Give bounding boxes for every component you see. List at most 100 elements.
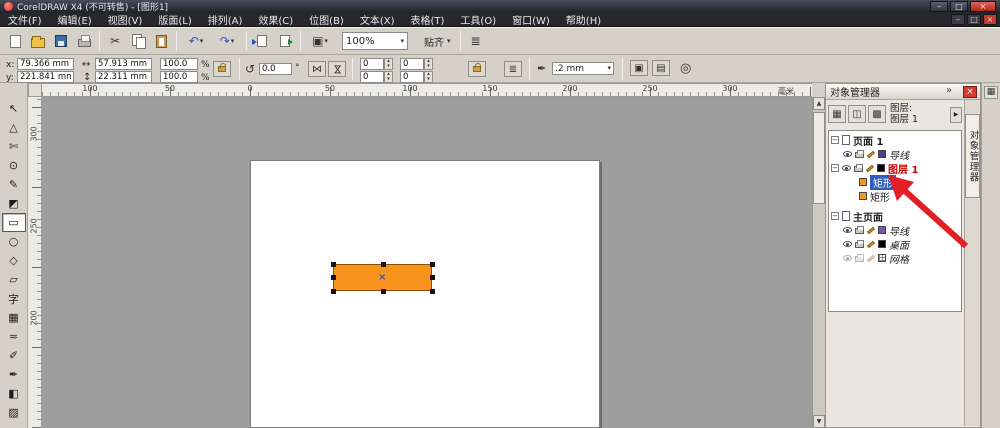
- layer-color-swatch[interactable]: [878, 240, 886, 248]
- selection-center-marker[interactable]: ×: [378, 272, 386, 283]
- to-back-button[interactable]: ▤: [652, 60, 670, 76]
- selection-handle-w[interactable]: [331, 275, 336, 280]
- tree-row-master-page[interactable]: 主页面: [829, 209, 961, 223]
- editable-pencil-icon[interactable]: [866, 164, 874, 171]
- layer-color-swatch[interactable]: [878, 226, 886, 234]
- show-object-properties-button[interactable]: ▦: [828, 105, 846, 123]
- new-button[interactable]: [4, 30, 26, 52]
- ruler-origin[interactable]: [28, 83, 42, 97]
- selection-handle-e[interactable]: [430, 275, 435, 280]
- interactive-fill-tool[interactable]: ▨: [2, 403, 26, 422]
- tree-row-grid[interactable]: 网格: [829, 251, 961, 265]
- menu-arrange[interactable]: 排列(A): [200, 12, 251, 27]
- eyedropper-tool[interactable]: ✐: [2, 346, 26, 365]
- printable-icon[interactable]: [855, 256, 864, 262]
- zoom-level-select[interactable]: 100% ▾: [342, 32, 408, 50]
- menu-text[interactable]: 文本(X): [352, 12, 403, 27]
- doc-minimize-button[interactable]: –: [951, 14, 965, 25]
- width-input[interactable]: [95, 58, 152, 70]
- selection-handle-sw[interactable]: [331, 289, 336, 294]
- text-tool[interactable]: 字: [2, 289, 26, 308]
- smart-fill-tool[interactable]: ◩: [2, 194, 26, 213]
- corner-radius-top-left-input[interactable]: [360, 58, 384, 70]
- paste-button[interactable]: [150, 30, 172, 52]
- mirror-horizontal-button[interactable]: ⋈: [308, 61, 326, 77]
- menu-help[interactable]: 帮助(H): [558, 12, 609, 27]
- horizontal-ruler[interactable]: 100 50 0 50 100 150 200 250 300 毫米: [42, 83, 812, 97]
- doc-close-button[interactable]: ×: [983, 14, 997, 25]
- selection-handle-s[interactable]: [381, 289, 386, 294]
- undo-button[interactable]: ↶ ▾: [181, 30, 211, 52]
- corner-radius-bottom-left-input[interactable]: [360, 71, 384, 83]
- ellipse-tool[interactable]: ○: [2, 232, 26, 251]
- edit-across-layers-button[interactable]: ◫: [848, 105, 866, 123]
- application-launcher-button[interactable]: ▣ ▾: [305, 30, 335, 52]
- print-button[interactable]: [73, 30, 95, 52]
- crop-tool[interactable]: ✄: [2, 137, 26, 156]
- layer-color-swatch[interactable]: [877, 164, 885, 172]
- shape-tool[interactable]: △: [2, 118, 26, 137]
- object-color-swatch[interactable]: [859, 192, 867, 200]
- corner-radius-bottom-right-input[interactable]: [400, 71, 424, 83]
- visibility-eye-icon[interactable]: [843, 227, 852, 233]
- copy-button[interactable]: [127, 30, 149, 52]
- printable-icon[interactable]: [855, 242, 864, 248]
- convert-to-curves-icon[interactable]: ◎: [680, 62, 691, 75]
- menu-tools[interactable]: 工具(O): [452, 12, 504, 27]
- tree-row-layer-1[interactable]: 图层 1: [829, 161, 961, 175]
- menu-effects[interactable]: 效果(C): [250, 12, 301, 27]
- selection-handle-ne[interactable]: [430, 262, 435, 267]
- docker-close-button[interactable]: ×: [963, 86, 977, 98]
- vertical-ruler[interactable]: 300 250 200: [28, 97, 42, 428]
- outline-width-select[interactable]: .2 mm ▾: [552, 62, 614, 75]
- docker-grid-icon[interactable]: ▦: [984, 86, 998, 99]
- close-button[interactable]: ×: [970, 1, 996, 12]
- grid-swatch-icon[interactable]: [878, 254, 886, 262]
- export-button[interactable]: [274, 30, 296, 52]
- y-position-input[interactable]: [17, 71, 74, 83]
- tree-row-rectangle[interactable]: 矩形: [829, 189, 961, 203]
- rotation-angle-input[interactable]: [259, 63, 292, 75]
- tree-row-rectangle-selected[interactable]: 矩形: [829, 175, 961, 189]
- layer-manager-view-button[interactable]: ▩: [868, 105, 886, 123]
- maximize-button[interactable]: □: [950, 1, 968, 12]
- menu-file[interactable]: 文件(F): [0, 12, 50, 27]
- doc-restore-button[interactable]: □: [967, 14, 981, 25]
- docker-flyout-button[interactable]: ▶: [950, 107, 962, 123]
- scroll-down-icon[interactable]: ▼: [813, 415, 825, 428]
- visibility-eye-icon[interactable]: [843, 241, 852, 247]
- printable-icon[interactable]: [855, 152, 864, 158]
- object-color-swatch[interactable]: [859, 178, 867, 186]
- collapse-icon[interactable]: [831, 136, 839, 144]
- round-corners-together-button[interactable]: [468, 61, 486, 77]
- docker-tab-object-manager[interactable]: 对象管理器: [965, 114, 980, 198]
- menu-window[interactable]: 窗口(W): [504, 12, 558, 27]
- import-button[interactable]: [251, 30, 273, 52]
- selection-handle-se[interactable]: [430, 289, 435, 294]
- printable-icon[interactable]: [854, 166, 863, 172]
- outline-pen-tool[interactable]: ✒: [2, 365, 26, 384]
- scroll-up-icon[interactable]: ▲: [813, 97, 825, 110]
- polygon-tool[interactable]: ◇: [2, 251, 26, 270]
- options-button[interactable]: ≣: [465, 30, 487, 52]
- collapse-icon[interactable]: [831, 164, 839, 172]
- docker-chevron-button[interactable]: »: [946, 85, 952, 96]
- selection-handle-nw[interactable]: [331, 262, 336, 267]
- editable-pencil-icon[interactable]: [867, 240, 875, 247]
- zoom-tool[interactable]: ⊙: [2, 156, 26, 175]
- save-button[interactable]: [50, 30, 72, 52]
- scrollbar-thumb[interactable]: [813, 112, 825, 204]
- minimize-button[interactable]: –: [930, 1, 948, 12]
- editable-pencil-icon[interactable]: [867, 254, 875, 261]
- spinner-icon[interactable]: [384, 58, 393, 70]
- basic-shapes-tool[interactable]: ▱: [2, 270, 26, 289]
- page[interactable]: [250, 160, 600, 428]
- cut-button[interactable]: ✂: [104, 30, 126, 52]
- pick-tool[interactable]: ↖: [2, 99, 26, 118]
- table-tool[interactable]: ▦: [2, 308, 26, 327]
- open-button[interactable]: [27, 30, 49, 52]
- selected-rectangle[interactable]: ×: [333, 264, 432, 291]
- printable-icon[interactable]: [855, 228, 864, 234]
- menu-bitmaps[interactable]: 位图(B): [301, 12, 352, 27]
- menu-view[interactable]: 视图(V): [100, 12, 151, 27]
